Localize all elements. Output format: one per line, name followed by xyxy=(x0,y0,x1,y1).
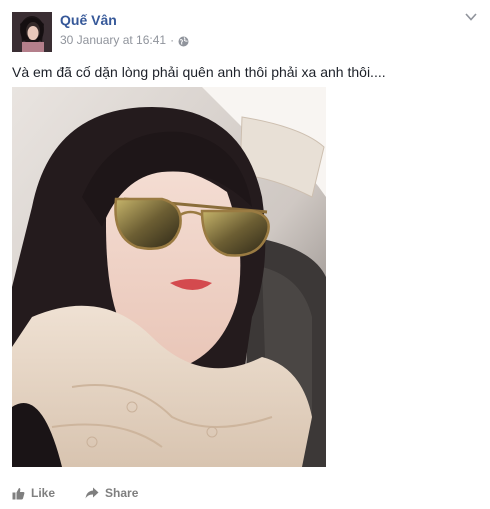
like-label: Like xyxy=(31,486,56,500)
post-timestamp[interactable]: 30 January at 16:41 xyxy=(60,32,166,48)
facebook-post: Quế Vân 30 January at 16:41 · Và em đã c… xyxy=(0,0,490,509)
author-avatar[interactable] xyxy=(12,12,52,52)
share-button[interactable]: Share xyxy=(85,486,138,500)
thumbs-up-icon xyxy=(12,487,25,499)
meta-separator: · xyxy=(170,33,175,47)
author-name[interactable]: Quế Vân xyxy=(60,12,117,29)
globe-icon[interactable] xyxy=(178,35,189,46)
post-actions: Like Share xyxy=(12,484,168,502)
like-button[interactable]: Like xyxy=(12,486,55,500)
post-text: Và em đã cố dặn lòng phải quên anh thôi … xyxy=(12,64,386,80)
post-meta: 30 January at 16:41 · xyxy=(60,32,189,48)
chevron-down-icon[interactable] xyxy=(464,10,478,24)
post-photo[interactable] xyxy=(12,87,326,467)
share-arrow-icon xyxy=(85,487,99,499)
share-label: Share xyxy=(105,486,139,500)
